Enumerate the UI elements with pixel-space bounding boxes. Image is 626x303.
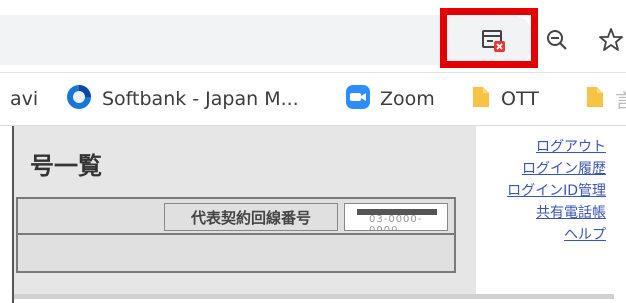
help-link[interactable]: ヘルプ: [476, 224, 606, 246]
zoom-video-icon: [346, 84, 370, 114]
bookmark-more[interactable]: 言: [585, 73, 626, 125]
bookmark-star-icon[interactable]: [596, 25, 626, 55]
bookmark-softbank[interactable]: Softbank - Japan M...: [66, 73, 299, 125]
web-page: 号一覧 代表契約回線番号 03-0000-0000 ログアウト ログイン履歴 ロ…: [0, 126, 626, 303]
user-menu-links: ログアウト ログイン履歴 ログインID管理 共有電話帳 ヘルプ: [476, 136, 606, 246]
content-panel: 号一覧 代表契約回線番号 03-0000-0000: [14, 126, 476, 294]
bookmark-ott[interactable]: OTT: [471, 73, 539, 125]
softbank-icon: [66, 84, 92, 115]
footer-divider: [14, 294, 614, 299]
login-id-management-link[interactable]: ログインID管理: [476, 180, 606, 202]
folder-icon: [585, 85, 605, 114]
bookmark-label: 言: [615, 89, 626, 112]
table-header-cell: 代表契約回線番号: [164, 203, 338, 231]
page-title: 号一覧: [30, 152, 102, 180]
bookmark-label: OTT: [501, 88, 539, 110]
bookmark-label: Softbank - Japan M...: [102, 88, 299, 110]
shared-phonebook-link[interactable]: 共有電話帳: [476, 202, 606, 224]
bookmark-label: avi: [10, 88, 39, 110]
bookmark-label: Zoom: [380, 88, 435, 110]
highlight-annotation: [440, 8, 538, 68]
bookmark-zoom[interactable]: Zoom: [346, 73, 435, 125]
bookmark-navi[interactable]: avi: [10, 73, 38, 125]
line-number-table: 代表契約回線番号 03-0000-0000: [16, 197, 456, 273]
bookmarks-bar: avi Softbank - Japan M... Zoom OTT 言: [0, 73, 626, 126]
page-border: [12, 126, 14, 303]
table-row: 代表契約回線番号 03-0000-0000: [18, 199, 454, 235]
redacted-value: 03-0000-0000: [369, 214, 423, 231]
folder-icon: [471, 85, 491, 114]
table-value-cell: 03-0000-0000: [344, 203, 448, 231]
logout-link[interactable]: ログアウト: [476, 136, 606, 158]
zoom-out-icon[interactable]: [542, 25, 572, 55]
login-history-link[interactable]: ログイン履歴: [476, 158, 606, 180]
browser-toolbar: [0, 0, 626, 73]
